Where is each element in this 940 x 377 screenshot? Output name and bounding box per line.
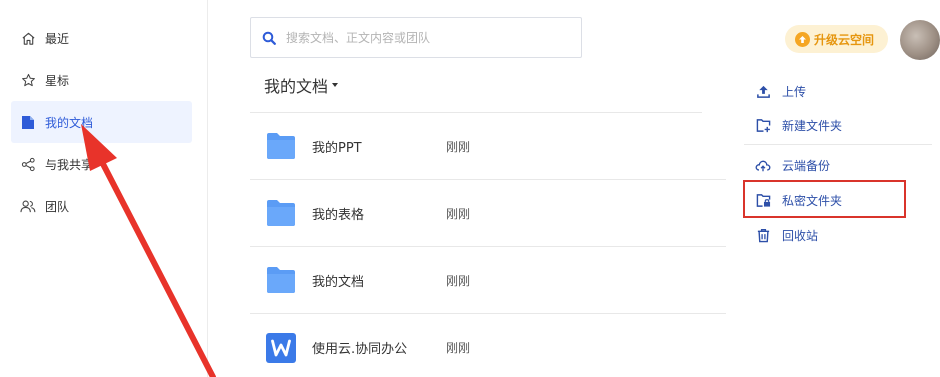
star-icon xyxy=(20,72,36,88)
sidebar-item-recent[interactable]: 最近 xyxy=(11,17,192,59)
cloud-backup-button[interactable]: 云端备份 xyxy=(755,154,830,176)
document-icon xyxy=(20,114,36,130)
caret-down-icon xyxy=(332,83,339,87)
divider xyxy=(744,144,932,145)
new-folder-button[interactable]: 新建文件夹 xyxy=(755,114,842,136)
sidebar-item-my-documents[interactable]: 我的文档 xyxy=(11,101,192,143)
avatar[interactable] xyxy=(900,20,940,60)
arrow-up-icon xyxy=(795,31,810,47)
sidebar-item-shared-with-me[interactable]: 与我共享 xyxy=(11,143,192,185)
action-label: 回收站 xyxy=(782,228,819,243)
highlight-box xyxy=(743,180,906,218)
file-row[interactable]: 我的PPT 刚刚 xyxy=(250,113,726,180)
file-name: 我的PPT xyxy=(312,140,362,156)
folder-icon xyxy=(266,199,296,227)
search-box[interactable] xyxy=(250,17,582,58)
word-doc-icon xyxy=(266,333,296,363)
file-time: 刚刚 xyxy=(446,206,471,221)
upgrade-label: 升级云空间 xyxy=(814,32,875,47)
file-time: 刚刚 xyxy=(446,273,471,288)
new-folder-icon xyxy=(755,117,771,133)
file-name: 我的文档 xyxy=(312,274,365,290)
page-title-dropdown[interactable]: 我的文档 xyxy=(264,73,339,97)
action-label: 上传 xyxy=(782,84,807,99)
sidebar-item-team[interactable]: 团队 xyxy=(11,185,192,227)
folder-icon xyxy=(266,132,296,160)
file-row[interactable]: 我的文档 刚刚 xyxy=(250,247,726,314)
sidebar-item-label: 最近 xyxy=(45,31,70,46)
action-label: 新建文件夹 xyxy=(782,118,843,133)
search-input[interactable] xyxy=(286,30,566,45)
action-label: 云端备份 xyxy=(782,158,831,173)
trash-button[interactable]: 回收站 xyxy=(755,224,818,246)
file-time: 刚刚 xyxy=(446,340,471,355)
folder-icon xyxy=(266,266,296,294)
file-row[interactable]: 我的表格 刚刚 xyxy=(250,180,726,247)
sidebar-item-label: 星标 xyxy=(45,73,70,88)
sidebar-item-starred[interactable]: 星标 xyxy=(11,59,192,101)
cloud-backup-icon xyxy=(755,157,771,173)
upgrade-storage-button[interactable]: 升级云空间 xyxy=(785,25,888,53)
sidebar-item-label: 与我共享 xyxy=(45,157,94,172)
sidebar-item-label: 团队 xyxy=(45,199,70,214)
file-name: 使用云.协同办公 xyxy=(312,341,408,357)
sidebar-item-label: 我的文档 xyxy=(45,115,94,130)
upload-icon xyxy=(755,83,771,99)
upload-button[interactable]: 上传 xyxy=(755,80,806,102)
home-icon xyxy=(20,30,36,46)
page-title: 我的文档 xyxy=(264,77,329,96)
file-name: 我的表格 xyxy=(312,207,365,223)
search-icon xyxy=(262,31,276,45)
team-icon xyxy=(20,198,36,214)
sidebar: 最近 星标 我的文档 与我共享 团队 xyxy=(0,0,208,377)
trash-icon xyxy=(755,227,771,243)
file-row[interactable]: 使用云.协同办公 刚刚 xyxy=(250,314,726,377)
share-icon xyxy=(20,156,36,172)
file-time: 刚刚 xyxy=(446,139,471,154)
